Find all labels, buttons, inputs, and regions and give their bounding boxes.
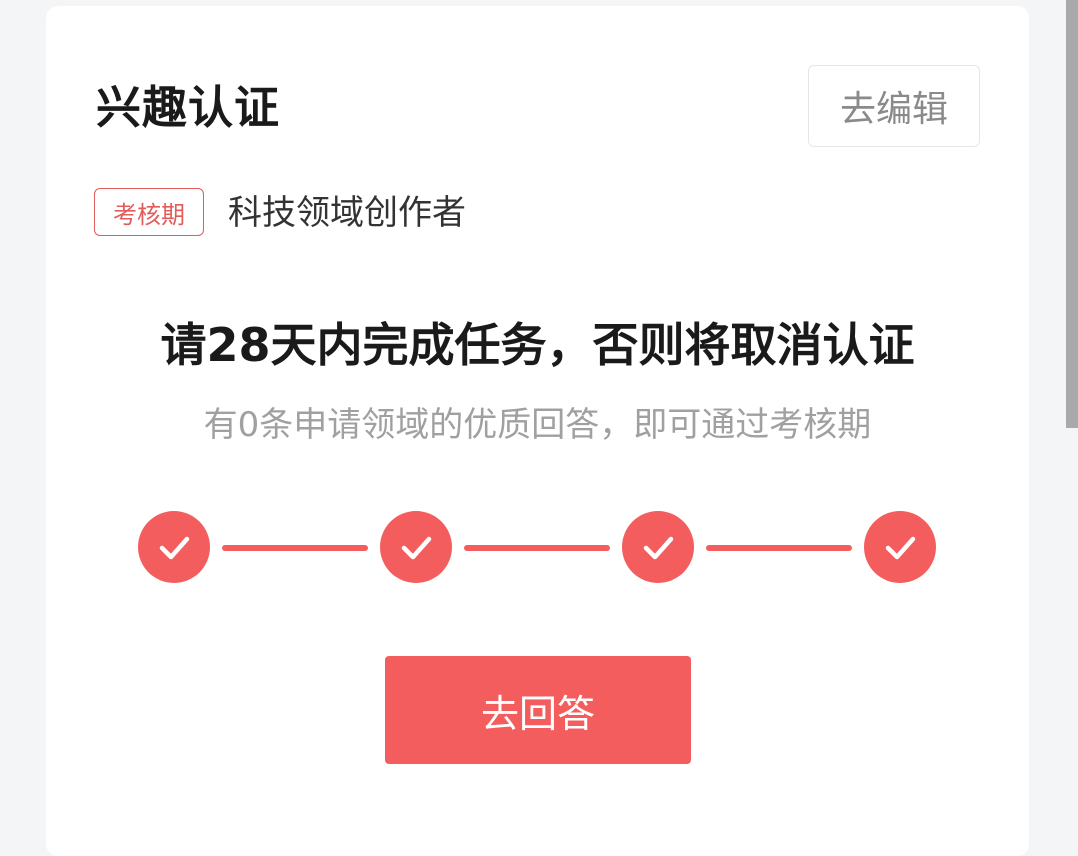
edit-button[interactable]: 去编辑	[808, 65, 980, 147]
card-title: 兴趣认证	[96, 81, 281, 134]
task-subline: 有0条申请领域的优质回答，即可通过考核期	[203, 405, 872, 445]
step-2	[380, 511, 452, 583]
answer-button[interactable]: 去回答	[385, 656, 691, 764]
step-connector	[464, 545, 610, 551]
progress-steps	[138, 511, 938, 585]
interest-certification-card: 兴趣认证 去编辑 考核期 科技领域创作者 请28天内完成任务，否则将取消认证 有…	[46, 6, 1029, 856]
check-icon	[885, 536, 916, 560]
step-3	[622, 511, 694, 583]
status-badge: 考核期	[94, 188, 204, 236]
scrollbar[interactable]	[1066, 0, 1078, 428]
step-connector	[706, 545, 852, 551]
check-icon	[643, 536, 674, 560]
step-1	[138, 511, 210, 583]
task-headline: 请28天内完成任务，否则将取消认证	[160, 318, 915, 372]
check-icon	[401, 536, 432, 560]
step-connector	[222, 545, 368, 551]
domain-label: 科技领域创作者	[228, 193, 466, 233]
check-icon	[159, 536, 190, 560]
step-4	[864, 511, 936, 583]
